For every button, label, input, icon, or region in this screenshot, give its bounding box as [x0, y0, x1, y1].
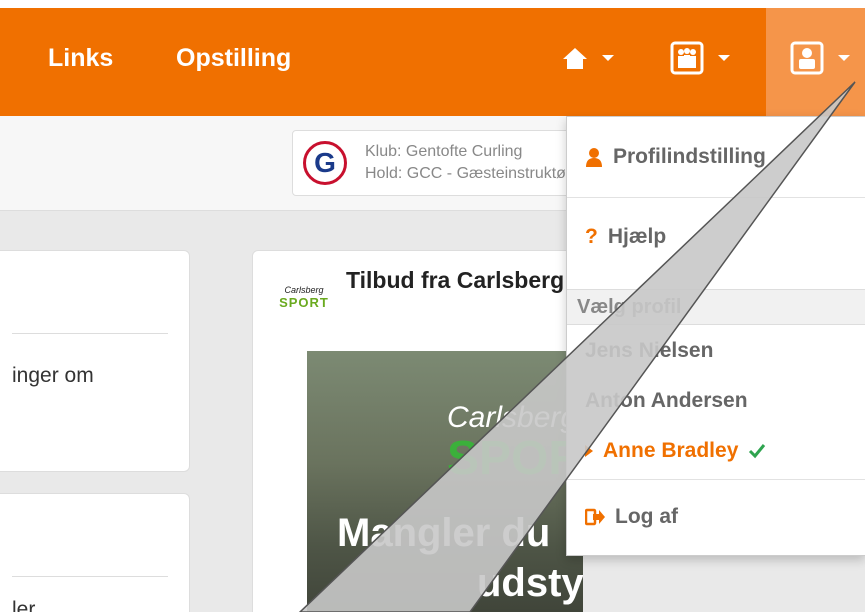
- menu-item-help[interactable]: ? Hjælp: [585, 225, 666, 249]
- chevron-down-icon: [838, 55, 850, 61]
- chevron-down-icon: [602, 55, 614, 61]
- menu-item-profile[interactable]: Anton Andersen: [585, 389, 748, 413]
- nav-links[interactable]: Links: [48, 44, 113, 73]
- menu-item-profile[interactable]: Jens Nielsen: [585, 339, 713, 363]
- user-icon: [586, 148, 602, 167]
- news-card: inger om: [0, 250, 190, 472]
- check-icon: [749, 444, 766, 459]
- club-logo: G: [303, 141, 347, 185]
- user-menu-button[interactable]: [790, 38, 850, 78]
- divider: [567, 197, 865, 198]
- offer-title: Tilbud fra Carlsberg: [346, 267, 565, 293]
- menu-item-profile-active[interactable]: Anne Bradley: [585, 439, 766, 463]
- divider: [12, 576, 168, 577]
- select-profile-header: Vælg profil: [567, 289, 865, 325]
- chevron-right-icon: [585, 445, 593, 457]
- chevron-down-icon: [718, 55, 730, 61]
- carlsberg-sport-logo: Carlsberg SPORT: [276, 273, 332, 321]
- top-navbar: Links Opstilling: [0, 0, 865, 116]
- team-menu-button[interactable]: [670, 38, 730, 78]
- menu-item-logout[interactable]: Log af: [585, 505, 678, 529]
- offer-card: Carlsberg SPORT Tilbud fra Carlsberg Car…: [252, 250, 583, 612]
- divider: [12, 333, 168, 334]
- user-dropdown-menu: Profilindstilling ? Hjælp Vælg profil Je…: [566, 116, 865, 556]
- divider: [567, 479, 865, 480]
- news-card: ler: [0, 493, 190, 612]
- ad-image[interactable]: Carlsberg SPORT Mangler du udstyr?: [307, 351, 583, 612]
- nav-opstilling[interactable]: Opstilling: [176, 44, 291, 73]
- home-icon: [563, 48, 587, 69]
- home-menu-button[interactable]: [562, 38, 614, 78]
- question-icon: ?: [585, 225, 598, 248]
- club-selector[interactable]: G Klub: Gentofte Curling Hold: GCC - Gæs…: [292, 130, 582, 196]
- team-icon: [670, 41, 704, 75]
- sign-out-icon: [585, 508, 605, 526]
- card-text: ler: [12, 598, 36, 612]
- menu-item-profile-settings[interactable]: Profilindstilling: [585, 145, 766, 169]
- club-name: Klub: Gentofte Curling: [365, 143, 523, 160]
- team-name: Hold: GCC - Gæsteinstruktør: [365, 165, 565, 182]
- card-text: inger om: [12, 364, 94, 387]
- user-icon: [790, 41, 824, 75]
